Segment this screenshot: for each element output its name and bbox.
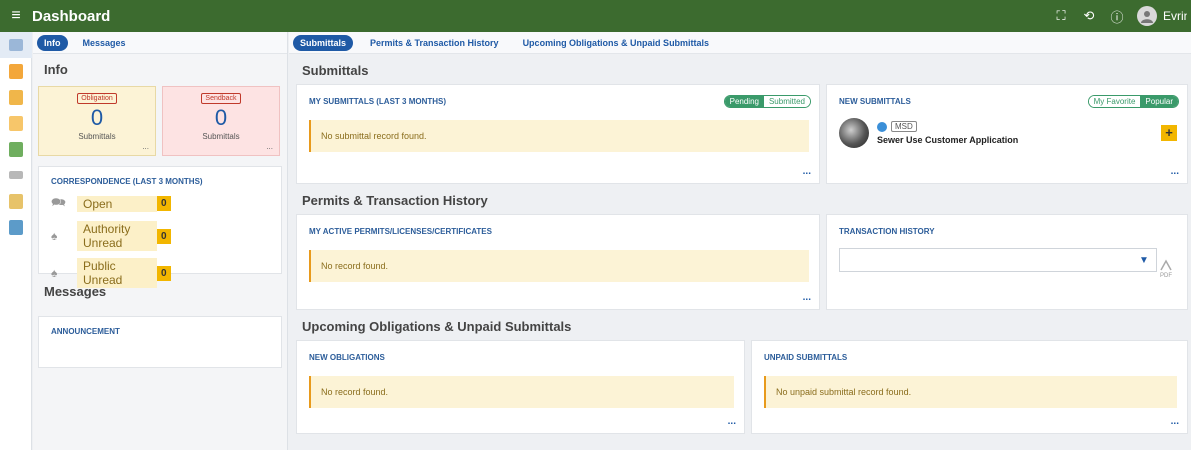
sendback-card[interactable]: Sendback 0 Submittals ...: [162, 86, 280, 156]
announcement-title: ANNOUNCEMENT: [51, 327, 120, 336]
tab-messages[interactable]: Messages: [76, 35, 133, 51]
side-rail: [0, 32, 32, 450]
rail-building-icon[interactable]: [0, 214, 32, 240]
more-link[interactable]: ...: [803, 292, 811, 303]
rail-book-icon[interactable]: [0, 136, 32, 162]
tab-upcoming[interactable]: Upcoming Obligations & Unpaid Submittals: [516, 35, 717, 51]
more-link[interactable]: ...: [803, 166, 811, 177]
sendback-badge: Sendback: [201, 93, 241, 104]
tab-submittals[interactable]: Submittals: [293, 34, 354, 51]
unpaid-submittals-title: UNPAID SUBMITTALS: [764, 353, 848, 362]
announcement-box: ANNOUNCEMENT: [38, 316, 282, 368]
my-submittals-panel: MY SUBMITTALS (LAST 3 MONTHS) Pending Su…: [296, 84, 820, 184]
agency-tag: MSD: [891, 121, 917, 132]
correspondence-title: CORRESPONDENCE (LAST 3 MONTHS): [51, 177, 203, 186]
tab-info[interactable]: Info: [37, 34, 68, 51]
upcoming-heading: Upcoming Obligations & Unpaid Submittals: [302, 319, 572, 334]
correspondence-count: 0: [157, 196, 171, 211]
new-obligations-panel: NEW OBLIGATIONS No record found. ...: [296, 340, 745, 434]
avatar[interactable]: [1137, 6, 1157, 26]
main-content: Submittals Permits & Transaction History…: [289, 32, 1191, 450]
rail-handshake-icon[interactable]: [0, 162, 32, 188]
submittal-title[interactable]: Sewer Use Customer Application: [877, 135, 1018, 145]
toggle-submitted[interactable]: Submitted: [763, 96, 810, 107]
empty-message: No record found.: [309, 376, 734, 408]
bell-icon: ♠: [51, 229, 58, 243]
more-link[interactable]: ...: [728, 416, 736, 427]
active-permits-title: MY ACTIVE PERMITS/LICENSES/CERTIFICATES: [309, 227, 492, 236]
permits-heading: Permits & Transaction History: [302, 193, 488, 208]
sendback-count: 0: [214, 105, 228, 130]
fullscreen-icon[interactable]: ⛶: [1053, 8, 1069, 24]
user-name[interactable]: Evrin: [1163, 9, 1187, 23]
rail-forms-icon[interactable]: [0, 58, 32, 84]
rail-report-icon[interactable]: [0, 188, 32, 214]
transaction-history-title: TRANSACTION HISTORY: [839, 227, 935, 236]
bell-icon: ♠: [51, 266, 58, 280]
empty-message: No submittal record found.: [309, 120, 809, 152]
sendback-more[interactable]: ...: [266, 142, 273, 151]
obligation-label: Submittals: [78, 132, 116, 141]
chat-icon: 🗪: [51, 195, 66, 209]
submittal-thumbnail: [839, 118, 869, 148]
rail-edit-icon[interactable]: [0, 84, 32, 110]
history-icon[interactable]: ⟲: [1081, 8, 1097, 24]
correspondence-count: 0: [157, 228, 171, 244]
new-obligations-title: NEW OBLIGATIONS: [309, 353, 385, 362]
rail-notes-icon[interactable]: [0, 110, 32, 136]
correspondence-count: 0: [157, 265, 171, 281]
submittals-heading: Submittals: [302, 63, 369, 78]
obligation-badge: Obligation: [77, 93, 117, 104]
correspondence-box: CORRESPONDENCE (LAST 3 MONTHS) 🗪 Open 0 …: [38, 166, 282, 288]
correspondence-label: Open: [77, 195, 157, 212]
obligation-card[interactable]: Obligation 0 Submittals ...: [38, 86, 156, 156]
new-submittal-item[interactable]: MSD Sewer Use Customer Application: [839, 118, 1177, 148]
rail-dashboard-icon[interactable]: [0, 32, 32, 58]
obligation-more[interactable]: ...: [142, 142, 149, 151]
correspondence-authority-unread[interactable]: ♠ Authority Unread 0: [51, 221, 281, 251]
help-icon[interactable]: ⓘ: [1109, 8, 1125, 25]
empty-message: No unpaid submittal record found.: [764, 376, 1177, 408]
correspondence-open[interactable]: 🗪 Open 0: [51, 193, 281, 214]
toggle-my-favorite[interactable]: My Favorite: [1088, 96, 1141, 107]
toggle-popular[interactable]: Popular: [1140, 96, 1178, 107]
top-bar: ≡ Dashboard ⛶ ⟲ ⓘ Evrin: [0, 0, 1191, 32]
active-permits-panel: MY ACTIVE PERMITS/LICENSES/CERTIFICATES …: [296, 214, 820, 310]
main-tabs: Submittals Permits & Transaction History…: [289, 32, 1191, 54]
info-tabs: Info Messages: [33, 32, 287, 54]
sendback-label: Submittals: [202, 132, 240, 141]
obligation-count: 0: [90, 105, 104, 130]
more-link[interactable]: ...: [1171, 166, 1179, 177]
info-heading: Info: [44, 62, 68, 77]
empty-message: No record found.: [309, 250, 809, 282]
add-submittal-button[interactable]: +: [1161, 125, 1177, 141]
pdf-icon[interactable]: PDF: [1157, 259, 1175, 281]
chevron-down-icon[interactable]: ▼: [1132, 249, 1156, 271]
toggle-pending[interactable]: Pending: [724, 96, 764, 107]
favorite-toggle: My Favorite Popular: [1087, 95, 1179, 108]
tab-permits[interactable]: Permits & Transaction History: [363, 35, 506, 51]
globe-icon: [877, 121, 887, 132]
info-panel: Info Messages Info Obligation 0 Submitta…: [33, 32, 288, 450]
correspondence-label: Authority Unread: [77, 221, 157, 251]
more-link[interactable]: ...: [1171, 416, 1179, 427]
status-toggle: Pending Submitted: [723, 95, 811, 108]
page-title: Dashboard: [32, 7, 111, 25]
pdf-label: PDF: [1160, 273, 1172, 279]
menu-icon[interactable]: ≡: [0, 7, 32, 25]
transaction-history-panel: TRANSACTION HISTORY ▼ PDF: [826, 214, 1188, 310]
new-submittals-panel: NEW SUBMITTALS My Favorite Popular MSD S…: [826, 84, 1188, 184]
unpaid-submittals-panel: UNPAID SUBMITTALS No unpaid submittal re…: [751, 340, 1188, 434]
transaction-select[interactable]: ▼: [839, 248, 1157, 272]
